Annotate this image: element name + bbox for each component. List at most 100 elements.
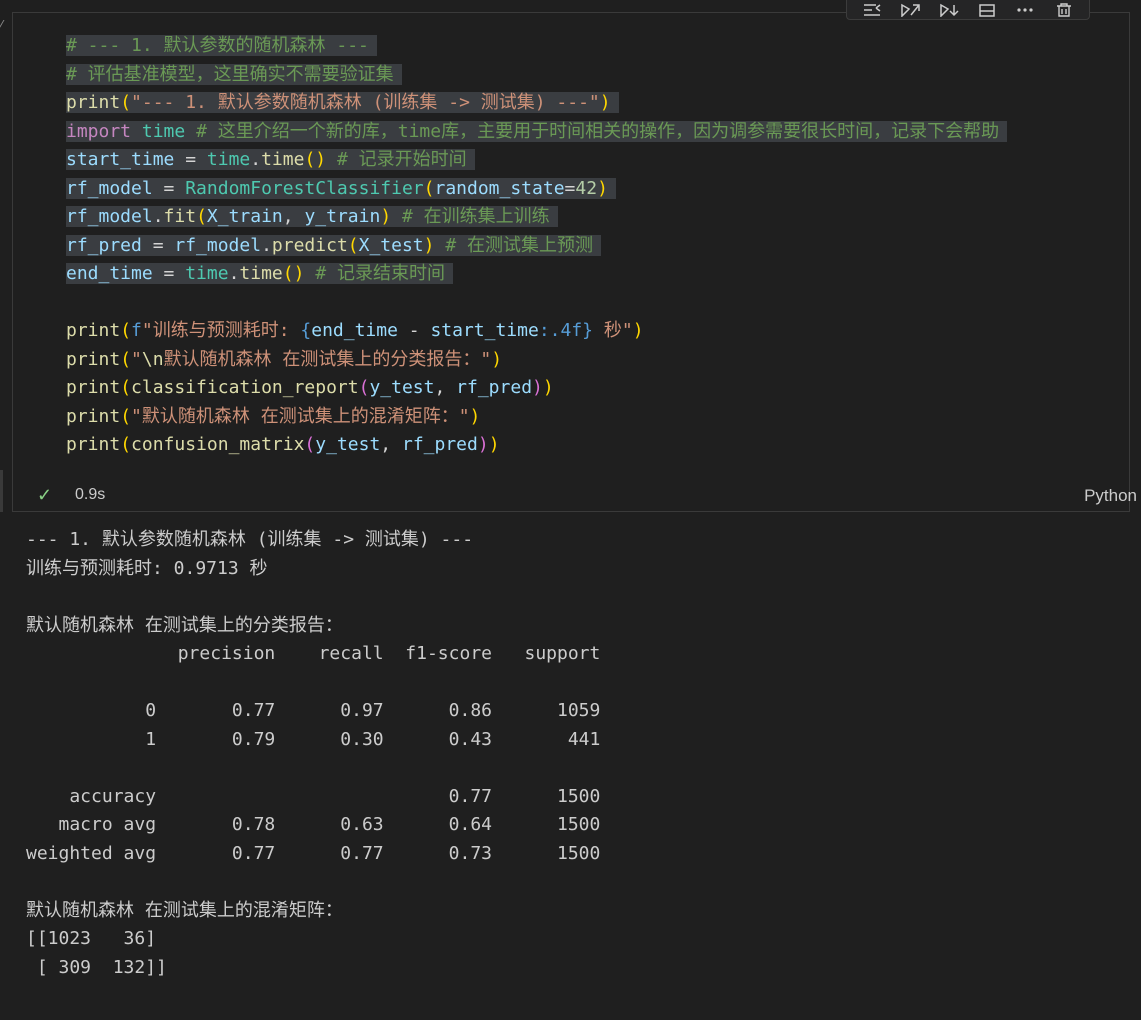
code-token: time [141, 120, 186, 142]
code-line[interactable]: print("\n默认随机森林 在测试集上的分类报告：") [66, 346, 1130, 375]
code-token: time [206, 149, 251, 170]
code-token: end_time [311, 320, 398, 341]
output-line: weighted avg 0.77 0.77 0.73 1500 [26, 842, 601, 864]
code-token: end_time [66, 263, 153, 284]
code-token: . [228, 263, 240, 284]
code-token: "默认随机森林 在测试集上的混淆矩阵：" [131, 405, 470, 427]
code-token: classification_report [131, 377, 359, 398]
code-token: print [66, 405, 121, 427]
code-line[interactable]: rf_model.fit(X_train, y_train) # 在训练集上训练 [66, 203, 1130, 232]
code-line[interactable]: print("默认随机森林 在测试集上的混淆矩阵：") [66, 403, 1130, 432]
output-line: [[1023 36] [26, 928, 157, 949]
code-line[interactable]: rf_model = RandomForestClassifier(random… [66, 175, 1130, 204]
cell-language-picker[interactable]: Python [1084, 486, 1137, 506]
code-token: :.4f} [538, 320, 594, 341]
code-token: . [250, 149, 262, 170]
code-token: RandomForestClassifier [185, 177, 424, 199]
code-token: rf_pred [66, 234, 142, 256]
execute-above-cells-button[interactable] [859, 0, 885, 17]
code-cell[interactable]: # --- 1. 默认参数的随机森林 --- # 评估基准模型，这里确实不需要验证… [12, 12, 1137, 512]
code-line[interactable]: print(f"训练与预测耗时: {end_time - start_time:… [66, 317, 1130, 346]
code-line[interactable]: # 评估基准模型，这里确实不需要验证集 [66, 61, 1130, 90]
code-line[interactable]: rf_pred = rf_model.predict(X_test) # 在测试… [66, 232, 1130, 261]
code-token: start_time [430, 320, 539, 341]
cell-output: --- 1. 默认参数随机森林 (训练集 -> 测试集) --- 训练与预测耗时:… [26, 526, 1126, 982]
code-editor[interactable]: # --- 1. 默认参数的随机森林 --- # 评估基准模型，这里确实不需要验证… [66, 32, 1130, 460]
delete-cell-button[interactable] [1051, 0, 1077, 17]
code-token: y_test [369, 377, 435, 398]
code-token: ( [358, 377, 370, 398]
code-token: print [66, 320, 121, 341]
execute-below-icon [940, 3, 959, 17]
output-line: --- 1. 默认参数随机森林 (训练集 -> 测试集) --- [26, 529, 474, 550]
cell-status-indicator [0, 470, 3, 512]
code-token: " [131, 348, 142, 370]
code-line[interactable] [66, 289, 1130, 318]
code-token: print [66, 377, 121, 398]
code-token: "--- 1. 默认参数随机森林 (训练集 -> 测试集) ---" [131, 92, 600, 113]
code-token: ( [120, 92, 132, 113]
code-token: print [66, 348, 121, 370]
selection-highlight: rf_model = RandomForestClassifier(random… [66, 177, 616, 199]
code-token: y_train [304, 206, 381, 227]
output-line: macro avg 0.78 0.63 0.64 1500 [26, 814, 601, 835]
split-cell-button[interactable] [974, 0, 1000, 17]
more-actions-button[interactable] [1012, 0, 1038, 17]
code-token: () [282, 263, 305, 284]
execute-above-cells-icon [864, 4, 881, 16]
code-line[interactable]: print("--- 1. 默认参数随机森林 (训练集 -> 测试集) ---"… [66, 89, 1130, 118]
code-token: predict [271, 234, 348, 256]
execute-below-button[interactable] [936, 0, 962, 17]
collapse-handle [0, 20, 11, 32]
selection-highlight: print("--- 1. 默认参数随机森林 (训练集 -> 测试集) ---"… [66, 92, 619, 113]
code-token: \n [141, 348, 164, 370]
code-line[interactable]: import time # 这里介绍一个新的库，time库，主要用于时间相关的操… [66, 118, 1130, 147]
code-token: confusion_matrix [131, 434, 305, 455]
more-actions-icon [1017, 8, 1034, 12]
code-token: ( [120, 405, 132, 427]
code-line[interactable]: # --- 1. 默认参数的随机森林 --- [66, 32, 1130, 61]
execute-cell-and-below-button[interactable] [897, 0, 923, 17]
code-line[interactable]: print(classification_report(y_test, rf_p… [66, 374, 1130, 403]
code-line[interactable]: print(confusion_matrix(y_test, rf_pred)) [66, 431, 1130, 460]
code-token: print [66, 92, 121, 113]
code-token: = [152, 177, 186, 199]
code-token: # 评估基准模型，这里确实不需要验证集 [66, 63, 394, 85]
code-token: X_test [358, 234, 424, 256]
code-line[interactable]: start_time = time.time() # 记录开始时间 [66, 146, 1130, 175]
code-token: print [66, 434, 121, 455]
output-line: 默认随机森林 在测试集上的分类报告： [26, 614, 343, 636]
code-token: X_train [206, 206, 283, 227]
code-token: random_state [434, 177, 565, 199]
code-token: ( [120, 434, 132, 455]
code-token: ) [423, 234, 435, 256]
cell-status-bar: ✓ 0.9s Python [33, 483, 1137, 509]
code-token: ) [469, 405, 481, 427]
selection-highlight: rf_pred = rf_model.predict(X_test) # 在测试… [66, 234, 602, 256]
selection-highlight: end_time = time.time() # 记录结束时间 [66, 263, 453, 284]
code-token: # 在训练集上训练 [402, 206, 550, 227]
code-token: = [152, 263, 186, 284]
code-token: rf_model [66, 206, 153, 227]
code-token: ) [488, 434, 500, 455]
code-token: rf_model [174, 234, 262, 256]
success-check-icon: ✓ [37, 485, 53, 505]
delete-cell-icon [1056, 3, 1071, 17]
code-line[interactable]: end_time = time.time() # 记录结束时间 [66, 260, 1130, 289]
code-token: { [300, 320, 312, 341]
code-token: rf_pred [401, 434, 478, 455]
code-token: ) [380, 206, 392, 227]
selection-highlight: import time # 这里介绍一个新的库，time库，主要用于时间相关的操… [66, 120, 1008, 142]
code-token: time [185, 263, 229, 284]
code-token: = [174, 149, 207, 170]
code-token: start_time [66, 149, 175, 170]
code-token: ( [347, 234, 359, 256]
code-token: "训练与预测耗时: [141, 320, 301, 341]
split-cell-icon [979, 4, 995, 17]
